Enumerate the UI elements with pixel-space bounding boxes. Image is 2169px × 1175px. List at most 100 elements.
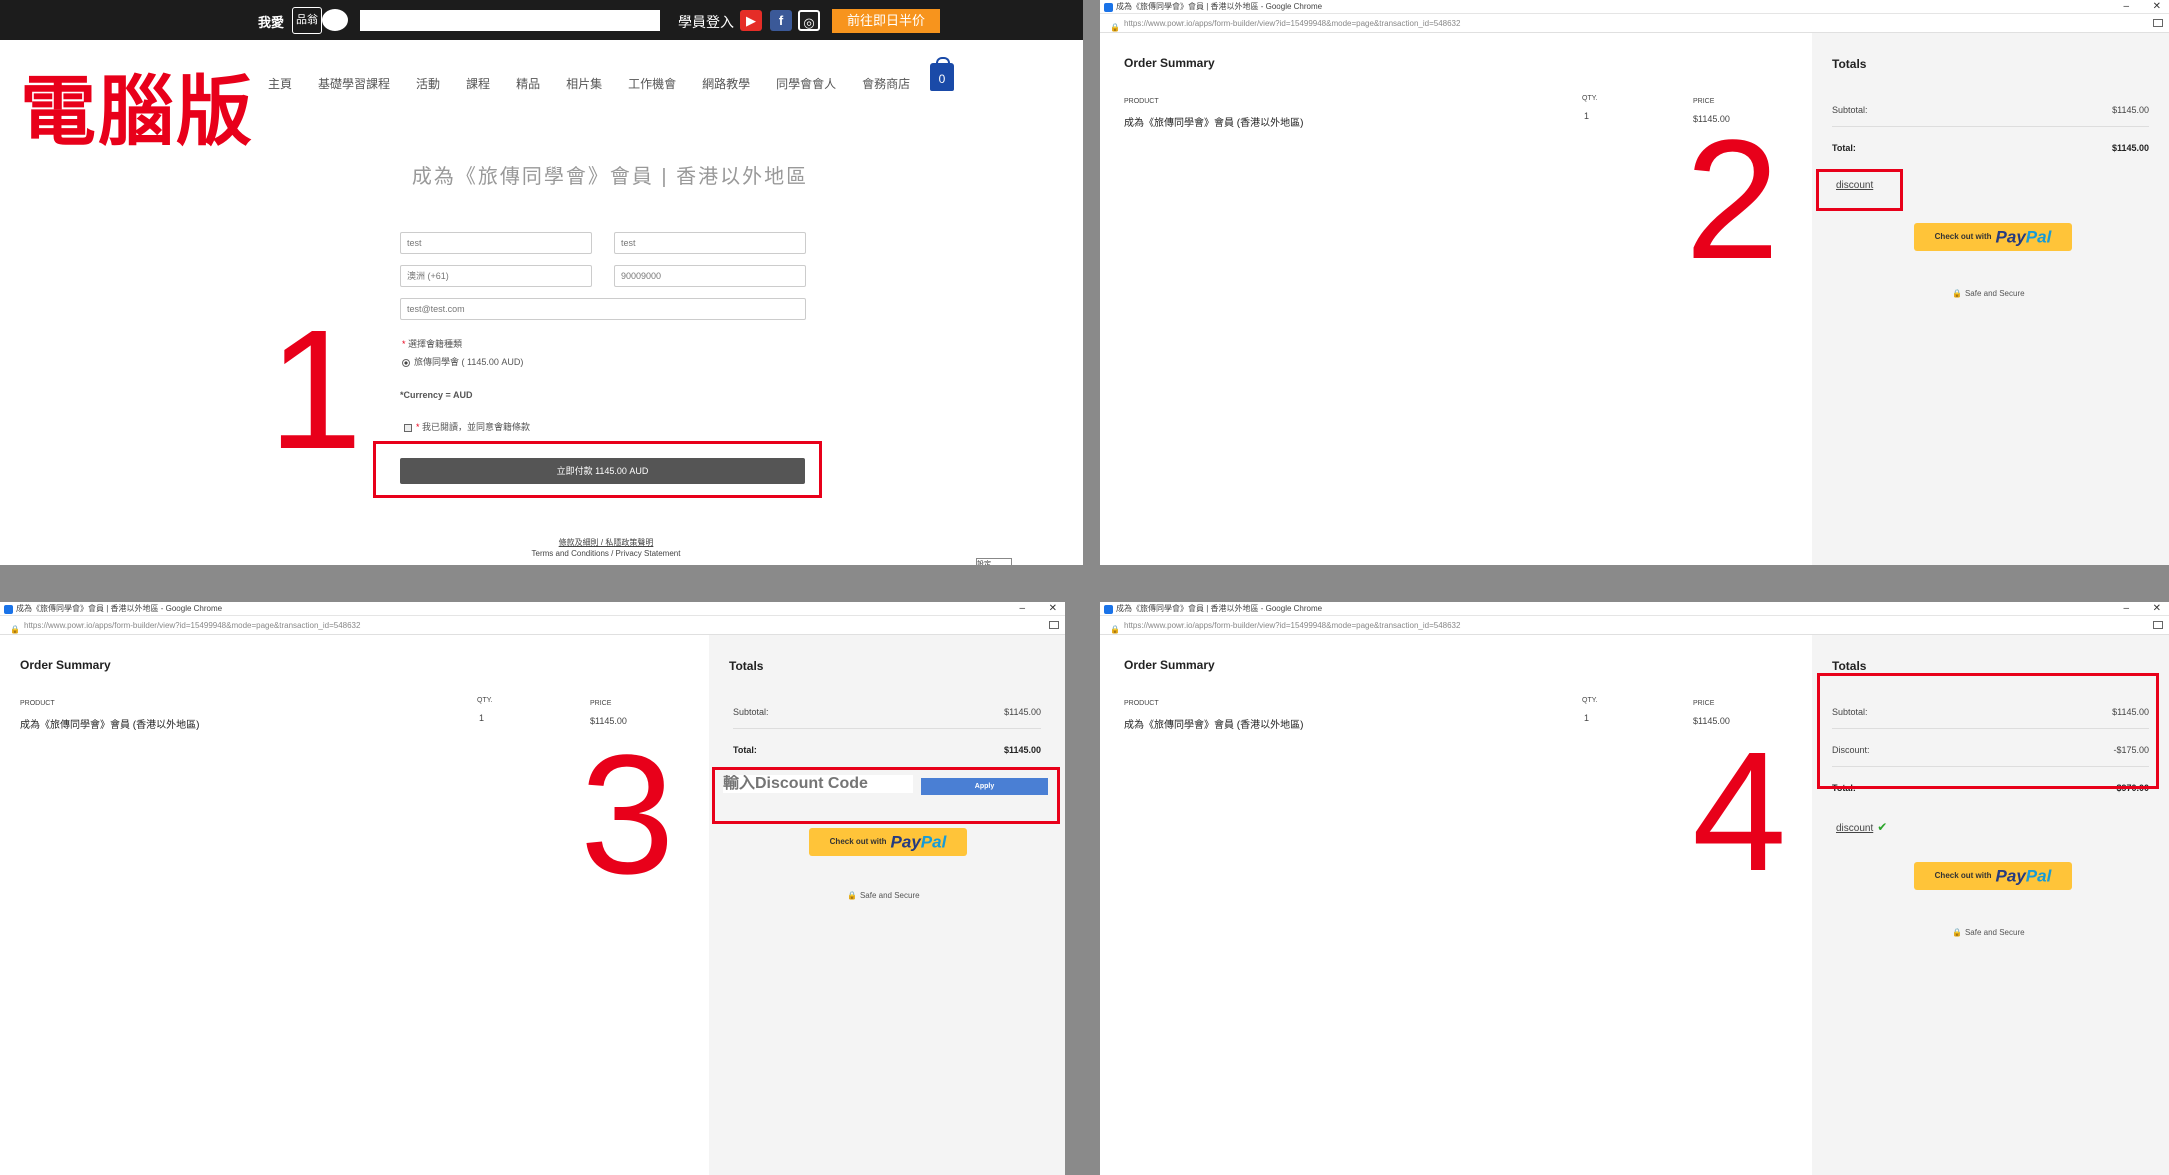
col-qty-header: QTY. [1582, 697, 1598, 704]
address-bar[interactable]: 🔒 https://www.powr.io/apps/form-builder/v… [1100, 617, 2169, 635]
first-name-field[interactable]: test [400, 232, 592, 254]
col-price-header: PRICE [1693, 98, 1715, 105]
total-row: Total: $1145.00 [733, 745, 1041, 755]
paypal-checkout-button[interactable]: Check out with PayPal [1914, 862, 2072, 890]
radio-selected-icon [402, 358, 410, 367]
nav-item[interactable]: 相片集 [566, 75, 602, 92]
step-number-3: 3 [580, 720, 675, 910]
order-summary-title: Order Summary [1124, 658, 1215, 672]
phone-field[interactable]: 90009000 [614, 265, 806, 287]
cloud-logo-icon [322, 9, 348, 31]
discount-link[interactable]: discount ✔ [1836, 820, 1887, 834]
cast-icon[interactable] [1049, 621, 1059, 629]
highlight-discount-entry [712, 767, 1060, 824]
nav-item[interactable]: 基礎學習課程 [318, 75, 390, 92]
youtube-icon[interactable]: ▶ [740, 10, 762, 31]
instagram-icon[interactable]: ◎ [798, 10, 820, 31]
nav-item[interactable]: 精品 [516, 75, 540, 92]
site-search-input[interactable] [360, 10, 660, 31]
col-product-header: PRODUCT [20, 700, 55, 707]
totals-panel: Totals Subtotal: $1145.00 Discount: -$175.… [1812, 635, 2169, 1175]
nav-item[interactable]: 課程 [466, 75, 490, 92]
panel-discount-entry-step3: 成為《旅傳同學會》會員 | 香港以外地區 - Google Chrome – ✕… [0, 602, 1065, 1175]
safe-secure-note: 🔒 Safe and Secure [1952, 289, 2025, 298]
col-qty-header: QTY. [477, 697, 493, 704]
address-bar[interactable]: 🔒 https://www.powr.io/apps/form-builder/v… [0, 617, 1065, 635]
cast-icon[interactable] [2153, 621, 2163, 629]
totals-title: Totals [729, 659, 764, 673]
country-code-select[interactable]: 澳洲 (+61) [400, 265, 592, 287]
product-qty: 1 [1584, 111, 1590, 121]
minimize-icon[interactable]: – [2123, 602, 2129, 616]
window-title-bar: 成為《旅傳同學會》會員 | 香港以外地區 - Google Chrome [1100, 602, 2169, 616]
member-login-link[interactable]: 學員登入 [678, 12, 734, 32]
cast-icon[interactable] [2153, 19, 2163, 27]
subtotal-row: Subtotal: $1145.00 [733, 693, 1041, 729]
form-title: 成為《旅傳同學會》會員 | 香港以外地區 [411, 166, 809, 188]
footer-settings-button[interactable]: 設定 [976, 558, 1012, 565]
totals-panel: Totals Subtotal: $1145.00 Total: $1145.00 … [1812, 33, 2169, 565]
lock-icon: 🔒 [1952, 928, 1962, 937]
last-name-field[interactable]: test [614, 232, 806, 254]
product-name: 成為《旅傳同學會》會員 (香港以外地區) [1124, 720, 1304, 731]
totals-title: Totals [1832, 659, 1867, 673]
plan-radio[interactable]: 旅傳同學會 ( 1145.00 AUD) [402, 355, 523, 368]
panel-discount-applied-step4: 成為《旅傳同學會》會員 | 香港以外地區 - Google Chrome – ✕… [1100, 602, 2169, 1175]
email-field[interactable]: test@test.com [400, 298, 806, 320]
nav-item[interactable]: 同學會會人 [776, 75, 836, 92]
highlight-updated-totals [1817, 673, 2159, 789]
col-price-header: PRICE [1693, 700, 1715, 707]
lock-icon: 🔒 [1952, 289, 1962, 298]
nav-item[interactable]: 會務商店 [862, 75, 910, 92]
favicon-icon [1104, 605, 1113, 614]
highlight-discount-link [1816, 169, 1903, 211]
footer-links[interactable]: 條款及細則 / 私隱政策聲明 [0, 537, 1083, 548]
close-icon[interactable]: ✕ [2153, 0, 2161, 14]
safe-secure-note: 🔒 Safe and Secure [1952, 928, 2025, 937]
order-summary-title: Order Summary [20, 658, 111, 672]
close-icon[interactable]: ✕ [2153, 602, 2161, 616]
cart-icon[interactable]: 0 [930, 57, 954, 91]
facebook-icon[interactable]: f [770, 10, 792, 31]
nav-item[interactable]: 工作機會 [628, 75, 676, 92]
step-number-1: 1 [268, 295, 363, 485]
footer-terms[interactable]: Terms and Conditions / Privacy Statement [0, 549, 1083, 558]
desktop-version-label: 電腦版 [20, 70, 254, 155]
site-logo-badge: 品翁 [292, 7, 322, 34]
subtotal-row: Subtotal: $1145.00 [1832, 91, 2149, 127]
col-qty-header: QTY. [1582, 95, 1598, 102]
paypal-checkout-button[interactable]: Check out with PayPal [1914, 223, 2072, 251]
total-row: Total: $1145.00 [1832, 143, 2149, 153]
nav-item[interactable]: 網路教學 [702, 75, 750, 92]
order-summary-title: Order Summary [1124, 56, 1215, 70]
lock-icon: 🔒 [1110, 23, 1120, 32]
agree-checkbox[interactable]: * 我已閱讀，並同意會籍條款 [404, 420, 530, 433]
favicon-icon [1104, 3, 1113, 12]
nav-item[interactable]: 活動 [416, 75, 440, 92]
window-title-bar: 成為《旅傳同學會》會員 | 香港以外地區 - Google Chrome [1100, 0, 2169, 14]
product-name: 成為《旅傳同學會》會員 (香港以外地區) [20, 720, 200, 731]
panel-order-summary-step2: 成為《旅傳同學會》會員 | 香港以外地區 - Google Chrome – ✕… [1100, 0, 2169, 565]
step-number-4: 4 [1692, 717, 1787, 907]
top-cta-button[interactable]: 前往即日半价 [832, 9, 940, 33]
lock-icon: 🔒 [847, 891, 857, 900]
window-title-bar: 成為《旅傳同學會》會員 | 香港以外地區 - Google Chrome [0, 602, 1065, 616]
product-qty: 1 [1584, 713, 1590, 723]
panel-website-form: 我愛 品翁 學員登入 ▶ f ◎ 前往即日半价 電腦版 主頁 基礎學習課程 活動… [0, 0, 1083, 565]
paypal-checkout-button[interactable]: Check out with PayPal [809, 828, 967, 856]
site-header: 我愛 品翁 學員登入 ▶ f ◎ 前往即日半价 [0, 0, 1083, 40]
lock-icon: 🔒 [10, 625, 20, 634]
minimize-icon[interactable]: – [2123, 0, 2129, 14]
nav-item[interactable]: 主頁 [268, 75, 292, 92]
product-qty: 1 [479, 713, 485, 723]
totals-panel: Totals Subtotal: $1145.00 Total: $1145.00 … [709, 635, 1065, 1175]
minimize-icon[interactable]: – [1019, 602, 1025, 616]
safe-secure-note: 🔒 Safe and Secure [847, 891, 920, 900]
address-bar[interactable]: 🔒 https://www.powr.io/apps/form-builder/v… [1100, 15, 2169, 33]
main-nav: 主頁 基礎學習課程 活動 課程 精品 相片集 工作機會 網路教學 同學會會人 會… [268, 75, 910, 92]
check-icon: ✔ [1877, 820, 1888, 834]
close-icon[interactable]: ✕ [1049, 602, 1057, 616]
site-logo-text: 我愛 [258, 15, 285, 30]
lock-icon: 🔒 [1110, 625, 1120, 634]
checkbox-checked-icon [404, 423, 412, 432]
